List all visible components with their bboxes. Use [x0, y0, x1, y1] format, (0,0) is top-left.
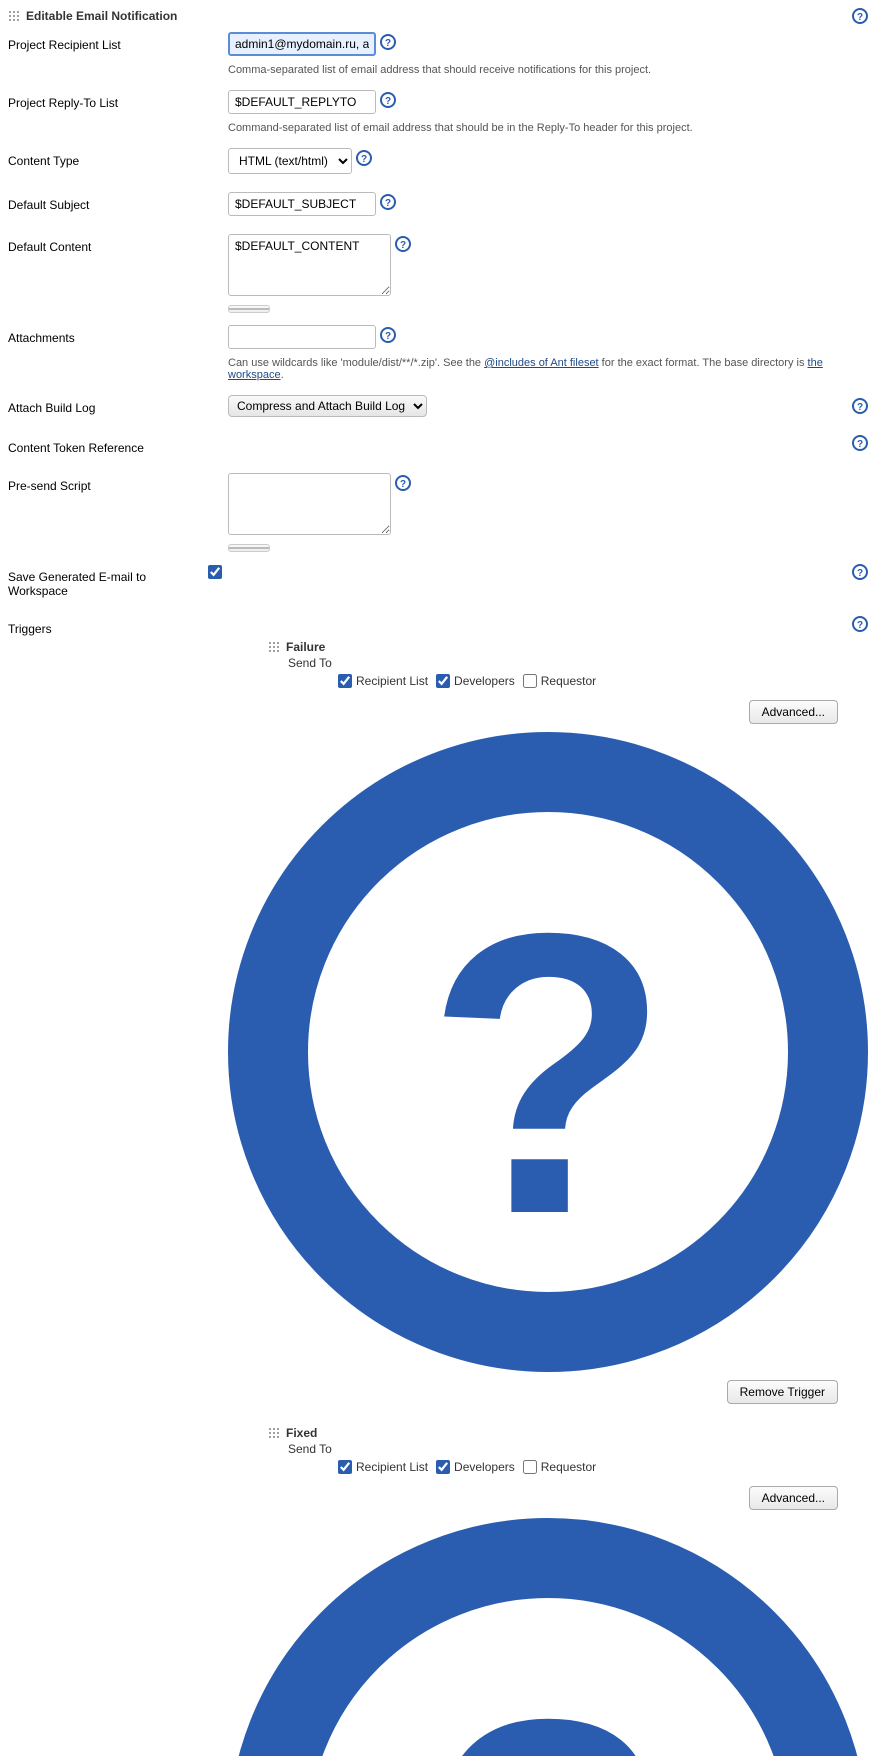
advanced-button[interactable]: Advanced...: [749, 1486, 838, 1510]
section-title: Editable Email Notification: [26, 9, 177, 23]
recipient-list-hint: Comma-separated list of email address th…: [228, 64, 651, 76]
help-icon[interactable]: ?: [228, 732, 868, 1372]
requestor-checkbox[interactable]: [523, 674, 537, 688]
help-icon[interactable]: ?: [852, 564, 868, 580]
developers-checkbox[interactable]: [436, 1460, 450, 1474]
default-content-textarea[interactable]: $DEFAULT_CONTENT: [228, 234, 391, 296]
recipient-list-option[interactable]: Recipient List: [338, 1460, 428, 1474]
svg-text:?: ?: [426, 850, 670, 1297]
content-type-label: Content Type: [8, 148, 228, 168]
svg-text:?: ?: [385, 331, 391, 342]
trigger-item: Fixed Send To Recipient List Developers …: [268, 1426, 868, 1474]
svg-text:?: ?: [385, 96, 391, 107]
pre-send-script-textarea[interactable]: [228, 473, 391, 535]
send-to-label: Send To: [288, 656, 868, 670]
svg-text:?: ?: [385, 198, 391, 209]
remove-trigger-button[interactable]: Remove Trigger: [727, 1380, 838, 1404]
attachments-label: Attachments: [8, 325, 228, 345]
reply-to-hint: Command-separated list of email address …: [228, 122, 693, 134]
svg-text:?: ?: [400, 240, 406, 251]
drag-handle-icon[interactable]: [268, 1427, 280, 1439]
help-icon[interactable]: ?: [852, 616, 868, 632]
recipient-list-option[interactable]: Recipient List: [338, 674, 428, 688]
developers-checkbox[interactable]: [436, 674, 450, 688]
help-icon[interactable]: ?: [852, 8, 868, 24]
svg-text:?: ?: [857, 402, 863, 413]
trigger-item: Failure Send To Recipient List Developer…: [268, 640, 868, 688]
trigger-name: Fixed: [286, 1426, 317, 1440]
svg-text:?: ?: [400, 479, 406, 490]
attachments-hint: Can use wildcards like 'module/dist/**/*…: [228, 357, 868, 381]
recipient-list-checkbox[interactable]: [338, 674, 352, 688]
help-icon[interactable]: ?: [852, 435, 868, 451]
trigger-name: Failure: [286, 640, 325, 654]
default-subject-label: Default Subject: [8, 192, 228, 212]
help-icon[interactable]: ?: [380, 327, 396, 343]
drag-handle-icon[interactable]: [268, 641, 280, 653]
attachments-input[interactable]: [228, 325, 376, 349]
drag-handle-icon[interactable]: [8, 10, 20, 22]
content-type-select[interactable]: HTML (text/html): [228, 148, 352, 174]
recipient-list-label: Project Recipient List: [8, 32, 228, 52]
default-subject-input[interactable]: [228, 192, 376, 216]
advanced-button[interactable]: Advanced...: [749, 700, 838, 724]
help-icon[interactable]: ?: [395, 236, 411, 252]
help-icon[interactable]: ?: [852, 398, 868, 414]
send-to-label: Send To: [288, 1442, 868, 1456]
requestor-option[interactable]: Requestor: [523, 1460, 596, 1474]
recipient-list-input[interactable]: [228, 32, 376, 56]
svg-text:?: ?: [426, 1636, 670, 1756]
reply-to-input[interactable]: [228, 90, 376, 114]
svg-text:?: ?: [857, 12, 863, 23]
pre-send-script-label: Pre-send Script: [8, 473, 228, 493]
developers-option[interactable]: Developers: [436, 1460, 515, 1474]
developers-option[interactable]: Developers: [436, 674, 515, 688]
svg-text:?: ?: [857, 439, 863, 450]
content-token-ref-label: Content Token Reference: [8, 435, 228, 455]
attach-build-log-select[interactable]: Compress and Attach Build Log: [228, 395, 427, 417]
svg-text:?: ?: [385, 38, 391, 49]
svg-text:?: ?: [361, 154, 367, 165]
help-icon[interactable]: ?: [380, 92, 396, 108]
save-generated-label: Save Generated E-mail to Workspace: [8, 564, 208, 598]
requestor-option[interactable]: Requestor: [523, 674, 596, 688]
help-icon[interactable]: ?: [380, 34, 396, 50]
help-icon[interactable]: ?: [228, 1518, 868, 1756]
attach-build-log-label: Attach Build Log: [8, 395, 228, 415]
recipient-list-checkbox[interactable]: [338, 1460, 352, 1474]
save-generated-checkbox[interactable]: [208, 565, 222, 579]
resize-handle[interactable]: [228, 544, 270, 552]
reply-to-label: Project Reply-To List: [8, 90, 228, 110]
svg-text:?: ?: [857, 620, 863, 631]
ant-fileset-link[interactable]: @includes of Ant fileset: [484, 357, 599, 369]
svg-text:?: ?: [857, 568, 863, 579]
triggers-label: Triggers: [8, 616, 228, 636]
resize-handle[interactable]: [228, 305, 270, 313]
default-content-label: Default Content: [8, 234, 228, 254]
help-icon[interactable]: ?: [395, 475, 411, 491]
help-icon[interactable]: ?: [380, 194, 396, 210]
help-icon[interactable]: ?: [356, 150, 372, 166]
requestor-checkbox[interactable]: [523, 1460, 537, 1474]
